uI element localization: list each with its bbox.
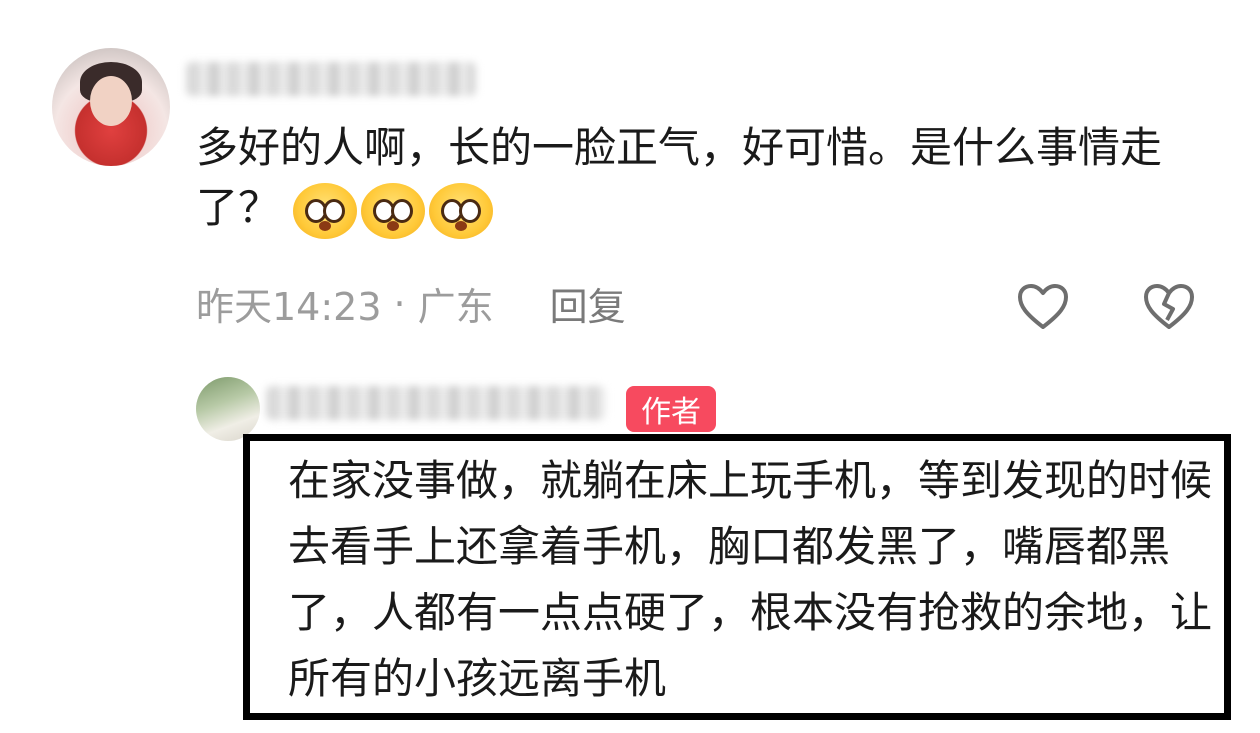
pleading-face-icon	[429, 182, 494, 239]
broken-heart-icon[interactable]	[1142, 282, 1196, 332]
comment-text: 多好的人啊，长的一脸正气，好可惜。是什么事情走了？	[196, 118, 1216, 239]
heart-outline-icon[interactable]	[1016, 282, 1070, 332]
emoji-group	[293, 182, 494, 239]
pleading-face-icon	[361, 182, 426, 239]
author-reply-text: 在家没事做，就躺在床上玩手机，等到发现的时候去看手上还拿着手机，胸口都发黑了，嘴…	[288, 456, 1213, 703]
avatar-face	[90, 76, 132, 126]
blurred-username	[186, 62, 476, 96]
comment-time: 昨天14:23	[196, 285, 382, 329]
author-badge: 作者	[626, 386, 716, 432]
commenter-avatar[interactable]	[52, 48, 170, 166]
comment-location: 广东	[417, 285, 494, 329]
pleading-face-icon	[293, 182, 358, 239]
blurred-author-name	[266, 386, 606, 420]
reply-button[interactable]: 回复	[550, 276, 626, 331]
author-avatar[interactable]	[196, 377, 260, 441]
comment-meta: 昨天14:23 · 广东 回复	[196, 276, 626, 331]
meta-separator: ·	[393, 281, 406, 326]
